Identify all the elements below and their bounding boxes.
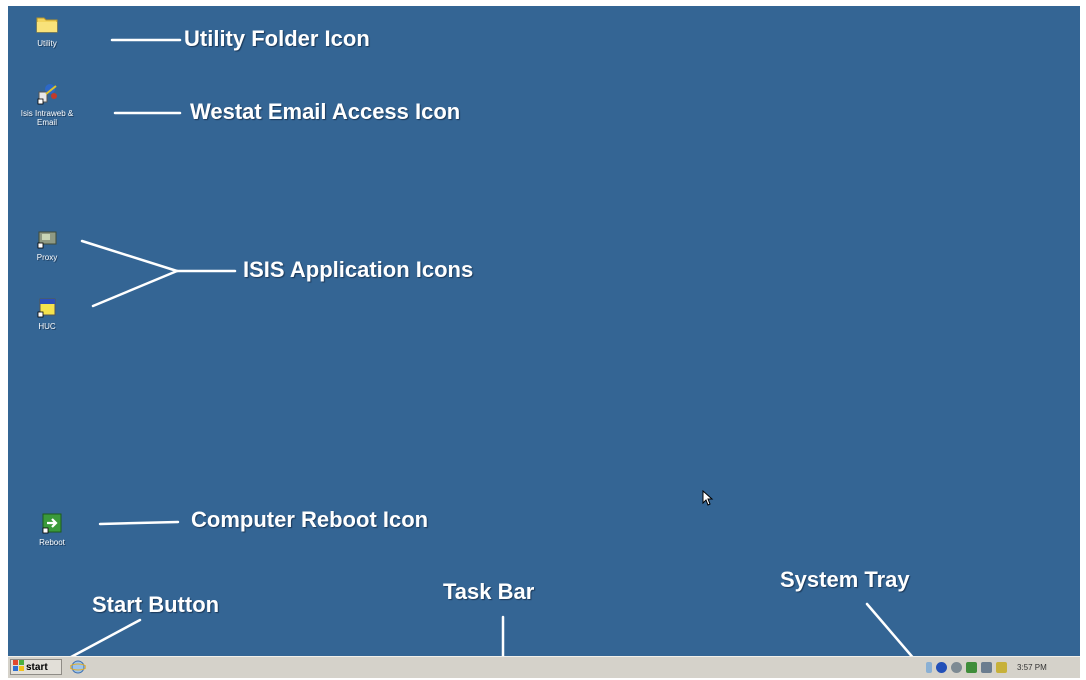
desktop-icon-label: Proxy — [36, 253, 58, 262]
annotation-utility-folder: Utility Folder Icon — [184, 26, 370, 51]
annotation-isis-apps: ISIS Application Icons — [243, 257, 474, 282]
annotation-system-tray: System Tray — [780, 567, 910, 592]
annotation-start-button: Start Button — [92, 592, 220, 617]
annotation-email-access: Westat Email Access Icon — [190, 99, 461, 124]
internet-explorer-icon — [69, 660, 87, 679]
quick-launch-ie[interactable] — [69, 659, 88, 675]
desktop-icon-huc[interactable]: HUC — [15, 295, 79, 331]
printer-icon[interactable] — [981, 661, 992, 673]
annotation-task-bar: Task Bar — [443, 579, 535, 604]
annotation-reboot: Computer Reboot Icon — [191, 507, 429, 532]
proxy-app-icon — [35, 226, 59, 250]
email-access-icon — [35, 82, 59, 106]
desktop-icon-utility[interactable]: Utility — [15, 12, 79, 48]
clock[interactable]: 3:57 PM — [1017, 663, 1047, 672]
desktop-icon-label: Reboot — [39, 538, 65, 547]
system-tray[interactable]: 3:57 PM — [926, 659, 1076, 675]
start-button[interactable]: start — [10, 659, 62, 675]
security-icon[interactable] — [996, 661, 1007, 673]
desktop-icon-label: Utility — [37, 39, 57, 48]
desktop-icon-reboot[interactable]: Reboot — [20, 511, 84, 547]
windows-logo-icon — [13, 660, 24, 674]
desktop-icon-label: Isis Intraweb & Email — [20, 109, 74, 127]
messenger-icon[interactable] — [936, 661, 947, 673]
desktop-icon-proxy[interactable]: Proxy — [15, 226, 79, 262]
desktop-icon-label: HUC — [38, 322, 56, 331]
start-label: start — [26, 661, 48, 673]
desktop: Utility Isis Intraweb & Email Proxy HUC … — [8, 6, 1080, 658]
mouse-cursor-icon — [702, 490, 714, 506]
volume-icon[interactable] — [966, 661, 977, 673]
reboot-icon — [40, 511, 64, 535]
huc-app-icon — [35, 295, 59, 319]
taskbar[interactable]: start 3:57 PM — [8, 656, 1080, 678]
desktop-icon-email-access[interactable]: Isis Intraweb & Email — [15, 82, 79, 127]
antivirus-icon[interactable] — [951, 661, 962, 673]
network-icon[interactable] — [926, 661, 932, 673]
folder-icon — [35, 12, 59, 36]
